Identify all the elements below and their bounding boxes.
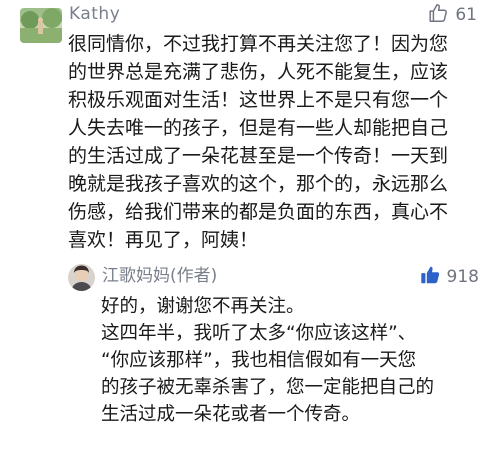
- reply-body: 好的，谢谢您不再关注。 这四年半，我听了太多“你应该这样”、 “你应该那样”，我…: [101, 293, 434, 428]
- comment-line: 人失去唯一的孩子，但是有一些人却能把自己: [68, 117, 449, 139]
- like-button[interactable]: 918: [419, 264, 479, 290]
- comment-line: 很同情你，不过我打算不再关注您了！因为您: [68, 33, 449, 55]
- author-avatar[interactable]: [68, 264, 95, 291]
- author-username[interactable]: 江歌妈妈(作者): [102, 266, 217, 286]
- like-button[interactable]: 61: [427, 2, 477, 28]
- thumbs-up-outline-icon: [427, 2, 449, 28]
- comment-line: 晚就是我孩子喜欢的这个，那个的，永远那么: [68, 173, 449, 195]
- like-count: 918: [446, 267, 479, 287]
- author-reply: 江歌妈妈(作者) 918 好的，谢谢您不再关注。 这四年半，我听了太多“你应该这…: [0, 258, 499, 460]
- username[interactable]: Kathy: [69, 4, 120, 24]
- like-count: 61: [455, 5, 477, 25]
- reply-line: 这四年半，我听了太多“你应该这样”、: [101, 323, 417, 344]
- avatar-image: [68, 264, 95, 291]
- avatar-image: [20, 8, 62, 43]
- comment-line: 伤感，给我们带来的都是负面的东西，真心不: [68, 201, 449, 223]
- reply-line: “你应该那样”，我也相信假如有一天您: [101, 350, 417, 371]
- comment-line: 的生活过成了一朵花甚至是一个传奇！一天到: [68, 145, 449, 167]
- comment-body: 很同情你，不过我打算不再关注您了！因为您 的世界总是充满了悲伤，人死不能复生，应…: [68, 30, 448, 254]
- reply-line: 的孩子被无辜杀害了，您一定能把自己的: [101, 377, 435, 398]
- user-avatar[interactable]: [20, 8, 62, 43]
- reply-line: 好的，谢谢您不再关注。: [101, 296, 305, 317]
- comment-line: 喜欢！再见了，阿姨！: [68, 229, 259, 251]
- thumbs-up-filled-icon: [419, 264, 441, 290]
- reply-line: 生活过成一朵花或者一个传奇。: [101, 404, 361, 425]
- comment-kathy: Kathy 61 很同情你，不过我打算不再关注您了！因为您 的世界总是充满了悲伤…: [0, 0, 499, 258]
- comment-line: 积极乐观面对生活！这世界上不是只有您一个: [68, 89, 449, 111]
- comment-line: 的世界总是充满了悲伤，人死不能复生，应该: [68, 61, 449, 83]
